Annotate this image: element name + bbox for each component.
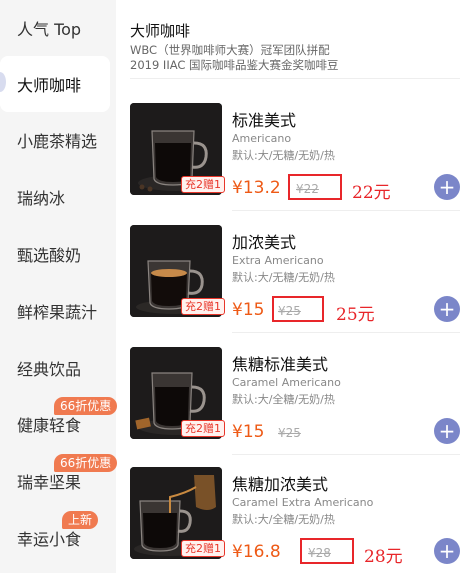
product-list: 大师咖啡 WBC（世界咖啡师大赛）冠军团队拼配 2019 IIAC 国际咖啡品鉴…	[116, 0, 460, 573]
current-price: ¥13.2	[232, 178, 281, 198]
category-description: WBC（世界咖啡师大赛）冠军团队拼配 2019 IIAC 国际咖啡品鉴大赛金奖咖…	[130, 43, 460, 73]
add-to-cart-button[interactable]: +	[434, 296, 460, 322]
category-sidebar: 人气 Top 大师咖啡 小鹿茶精选 瑞纳冰 甄选酸奶 鲜榨果蔬汁 经典饮品 健康…	[0, 0, 118, 573]
promo-tag: 充2赠1	[181, 420, 225, 437]
product-spec: 默认:大/全糖/无奶/热	[232, 393, 335, 406]
sidebar-item-yogurt[interactable]: 甄选酸奶	[0, 226, 116, 282]
add-to-cart-button[interactable]: +	[434, 538, 460, 564]
current-price: ¥15	[232, 422, 265, 442]
product-card[interactable]: 充2赠1 焦糖加浓美式 Caramel Extra Americano 默认:大…	[130, 467, 460, 573]
annotation-box	[300, 538, 354, 564]
annotation-box	[288, 174, 342, 200]
sidebar-item-lucky-snacks[interactable]: 幸运小食	[0, 510, 116, 566]
product-card[interactable]: 充2赠1 加浓美式 Extra Americano 默认:大/无糖/无奶/热 ¥…	[130, 225, 460, 335]
sidebar-item-classic-drinks[interactable]: 经典饮品	[0, 340, 116, 396]
product-name: 标准美式	[232, 111, 297, 130]
divider	[232, 210, 460, 211]
current-price: ¥16.8	[232, 542, 281, 562]
product-spec: 默认:大/全糖/无奶/热	[232, 513, 335, 526]
product-english-name: Extra Americano	[232, 254, 324, 267]
product-english-name: Caramel Extra Americano	[232, 496, 374, 509]
sidebar-item-label: 人气 Top	[17, 20, 82, 39]
promo-tag: 充2赠1	[181, 540, 225, 557]
promo-tag: 充2赠1	[181, 176, 225, 193]
annotation-note: 25元	[336, 305, 375, 325]
category-desc-line: 2019 IIAC 国际咖啡品鉴大赛金奖咖啡豆	[130, 58, 339, 72]
product-english-name: Americano	[232, 132, 292, 145]
sidebar-item-label: 经典饮品	[17, 360, 82, 379]
product-spec: 默认:大/无糖/无奶/热	[232, 149, 335, 162]
annotation-box	[272, 296, 324, 322]
discount-badge: 66折优惠	[54, 454, 118, 472]
annotation-note: 22元	[352, 183, 391, 203]
add-to-cart-button[interactable]: +	[434, 174, 460, 200]
promo-tag: 充2赠1	[181, 298, 225, 315]
sidebar-item-label: 瑞纳冰	[17, 189, 66, 208]
sidebar-item-deer-tea[interactable]: 小鹿茶精选	[0, 112, 116, 168]
new-badge: 上新	[62, 511, 99, 529]
original-price: ¥25	[278, 426, 301, 440]
sidebar-item-label: 鲜榨果蔬汁	[17, 303, 98, 322]
divider	[232, 332, 460, 333]
product-name: 加浓美式	[232, 233, 297, 252]
category-desc-line: WBC（世界咖啡师大赛）冠军团队拼配	[130, 43, 330, 57]
sidebar-item-label: 大师咖啡	[17, 76, 82, 95]
discount-badge: 66折优惠	[54, 397, 118, 415]
add-to-cart-button[interactable]: +	[434, 418, 460, 444]
sidebar-item-master-coffee[interactable]: 大师咖啡	[0, 56, 110, 112]
product-card[interactable]: 充2赠1 焦糖标准美式 Caramel Americano 默认:大/全糖/无奶…	[130, 347, 460, 457]
sidebar-item-label: 幸运小食	[17, 530, 82, 549]
product-card[interactable]: 充2赠1 标准美式 Americano 默认:大/无糖/无奶/热 ¥13.2 ¥…	[130, 103, 460, 213]
divider	[130, 78, 460, 79]
product-spec: 默认:大/无糖/无奶/热	[232, 271, 335, 284]
sidebar-item-label: 小鹿茶精选	[17, 132, 98, 151]
product-name: 焦糖标准美式	[232, 355, 329, 374]
sidebar-item-popular-top[interactable]: 人气 Top	[0, 0, 116, 56]
annotation-note: 28元	[364, 547, 403, 567]
category-title: 大师咖啡	[130, 22, 191, 40]
sidebar-item-label: 瑞幸坚果	[17, 473, 82, 492]
sidebar-item-ruina-ice[interactable]: 瑞纳冰	[0, 169, 116, 225]
product-name: 焦糖加浓美式	[232, 475, 329, 494]
sidebar-item-label: 健康轻食	[17, 416, 82, 435]
product-english-name: Caramel Americano	[232, 376, 341, 389]
sidebar-item-fresh-juice[interactable]: 鲜榨果蔬汁	[0, 283, 116, 339]
divider	[232, 454, 460, 455]
current-price: ¥15	[232, 300, 265, 320]
sidebar-item-label: 甄选酸奶	[17, 246, 82, 265]
